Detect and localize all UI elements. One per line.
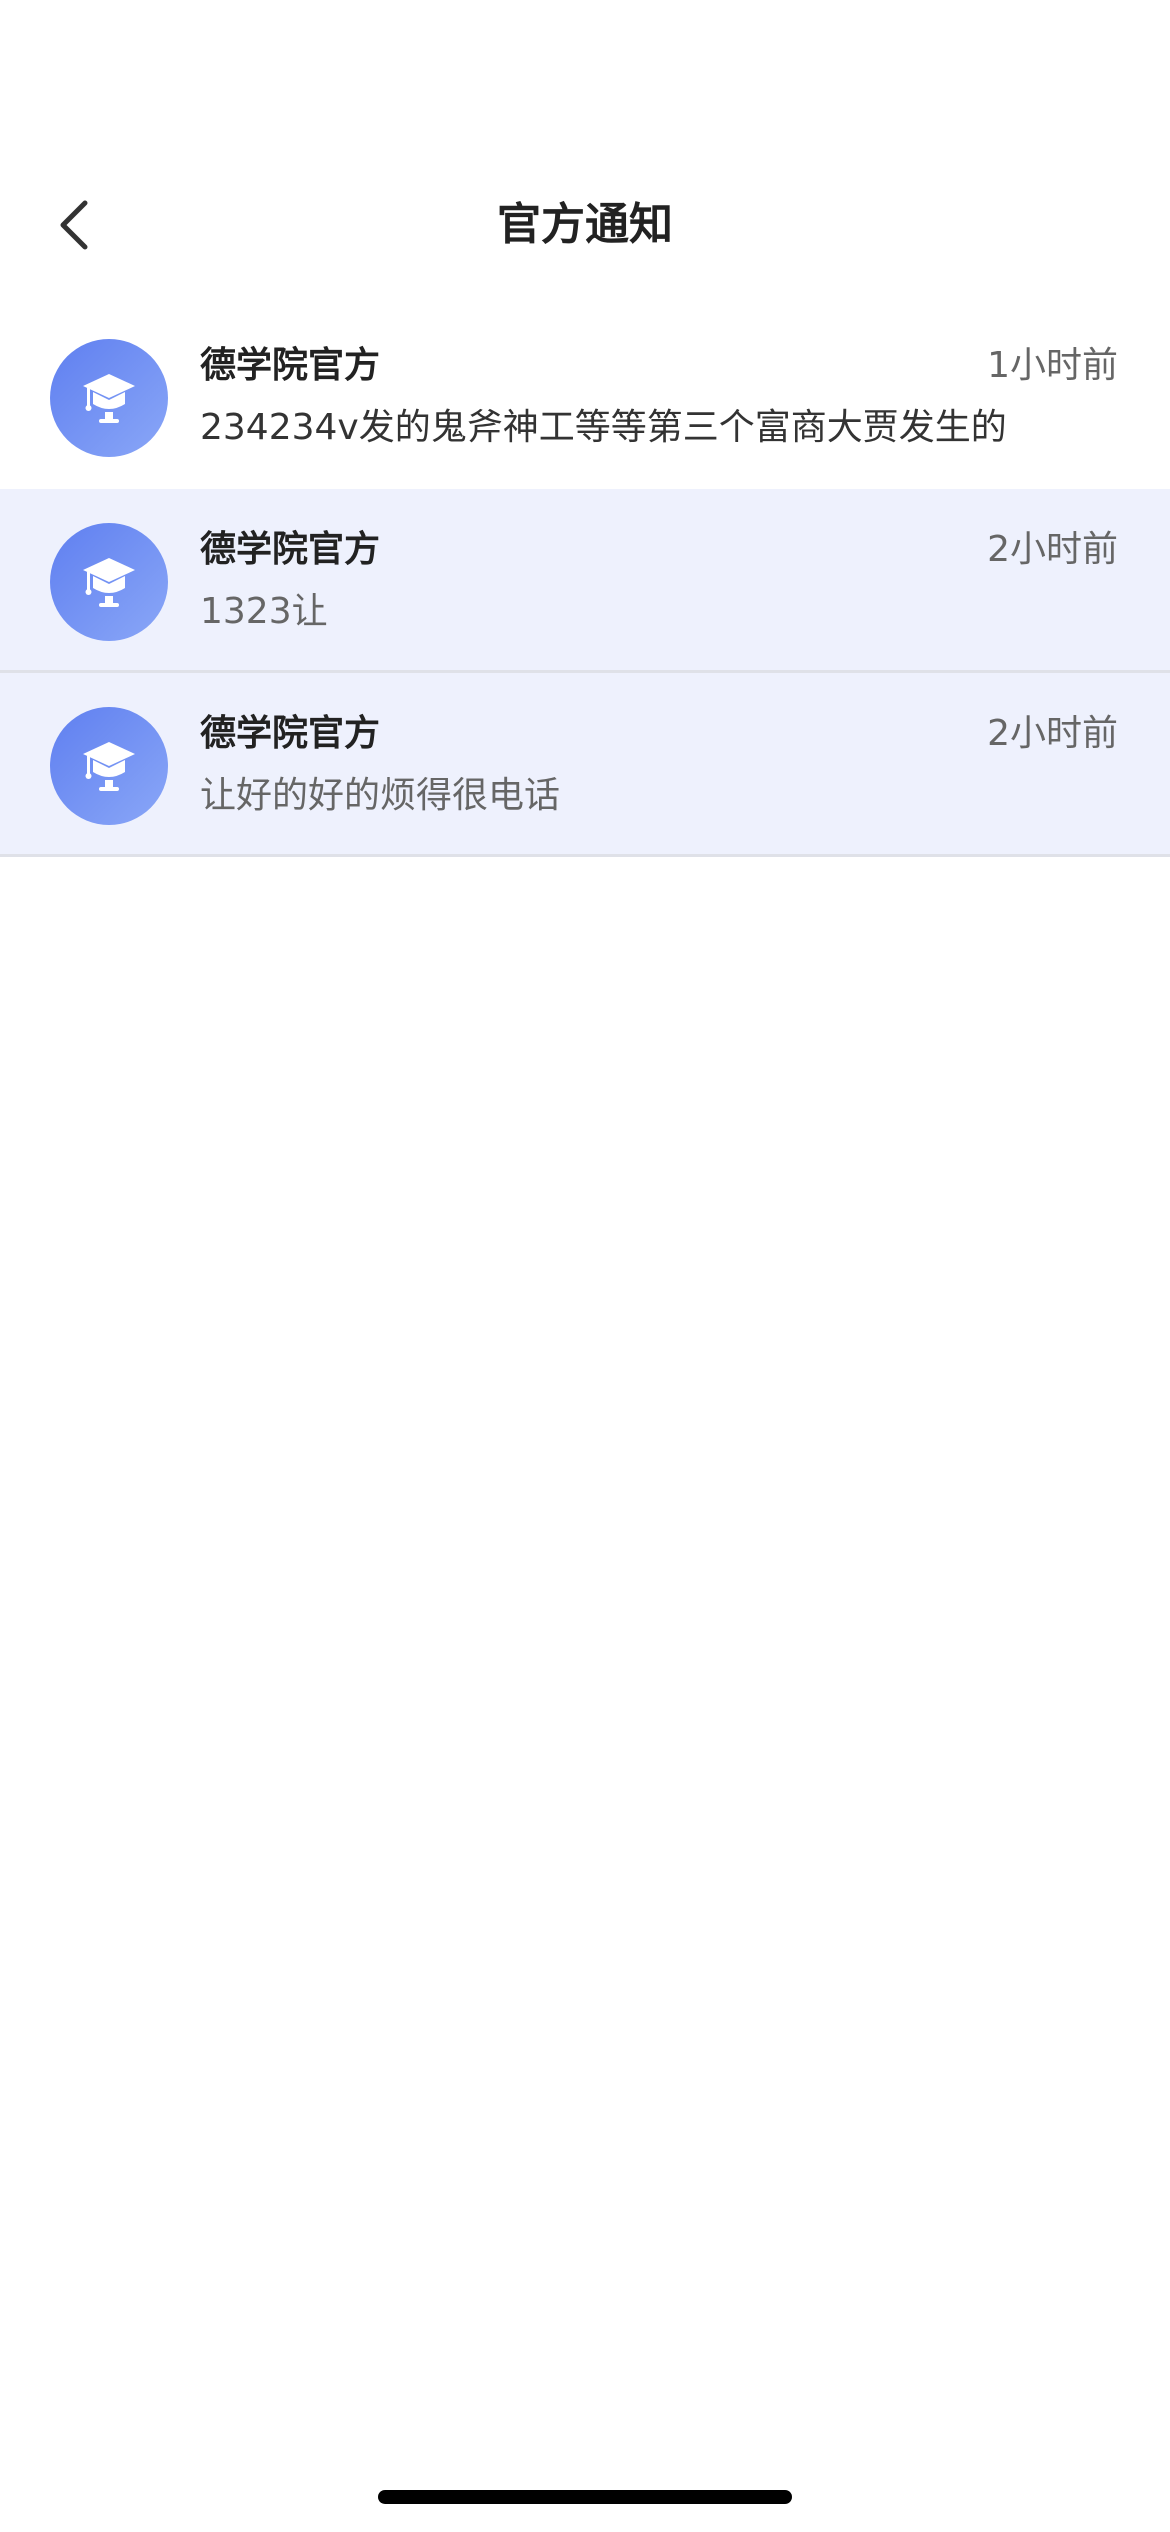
- notification-list: 德学院官方 1小时前 234234v发的鬼斧神工等等第三个富商大贾发生的 德学院…: [0, 305, 1170, 857]
- notification-item[interactable]: 德学院官方 1小时前 234234v发的鬼斧神工等等第三个富商大贾发生的: [0, 305, 1170, 489]
- graduation-cap-icon: [83, 374, 135, 423]
- avatar: [50, 339, 168, 457]
- timestamp: 2小时前: [987, 529, 1118, 570]
- sender-name: 德学院官方: [200, 529, 381, 570]
- chevron-left-icon: [60, 200, 88, 250]
- page-title: 官方通知: [497, 199, 673, 250]
- timestamp: 2小时前: [987, 713, 1118, 754]
- back-button[interactable]: [40, 190, 110, 260]
- notification-item[interactable]: 德学院官方 2小时前 1323让: [0, 489, 1170, 673]
- message-preview: 1323让: [200, 591, 328, 632]
- graduation-cap-icon: [83, 558, 135, 607]
- avatar: [50, 707, 168, 825]
- timestamp: 1小时前: [987, 345, 1118, 386]
- sender-name: 德学院官方: [200, 713, 381, 754]
- notification-item[interactable]: 德学院官方 2小时前 让好的好的烦得很电话: [0, 673, 1170, 857]
- message-preview: 让好的好的烦得很电话: [200, 775, 561, 816]
- sender-name: 德学院官方: [200, 345, 381, 386]
- navigation-bar: 官方通知: [0, 170, 1170, 280]
- avatar: [50, 523, 168, 641]
- home-indicator[interactable]: [378, 2490, 792, 2504]
- message-preview: 234234v发的鬼斧神工等等第三个富商大贾发生的: [200, 407, 1007, 448]
- graduation-cap-icon: [83, 742, 135, 791]
